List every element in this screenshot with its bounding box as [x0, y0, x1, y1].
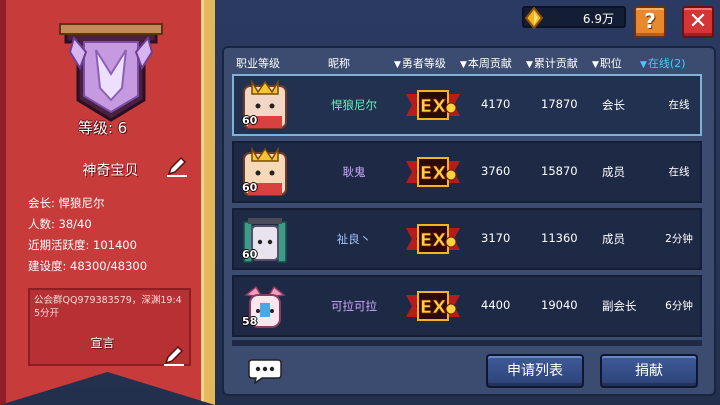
member-nickname: 悍狼尼尔 — [331, 98, 377, 112]
edit-declaration-icon[interactable] — [162, 343, 186, 367]
svg-text:EX: EX — [420, 96, 446, 117]
member-online-status: 6分钟 — [665, 300, 693, 312]
guild-activity: 近期活跃度: 101400 — [28, 238, 137, 252]
next-row-peek — [232, 340, 702, 346]
guild-info: 会长: 悍狼尼尔 人数: 38/40 近期活跃度: 101400 建设度: 48… — [22, 187, 194, 285]
header-hero-level-label: 勇者等级 — [401, 57, 446, 70]
member-level: 60 — [242, 248, 258, 261]
header-total[interactable]: ▼累计贡献 — [526, 55, 578, 71]
member-nickname: 祉良丶 — [336, 232, 372, 246]
edit-name-icon[interactable] — [165, 154, 189, 178]
sort-triangle-icon: ▼ — [460, 60, 467, 70]
header-position-label: 职位 — [599, 57, 622, 70]
guild-leader: 会长: 悍狼尼尔 — [28, 196, 105, 210]
sort-triangle-icon: ▼ — [592, 60, 599, 70]
ex-rank-badge-icon: EX — [406, 224, 460, 254]
member-position: 成员 — [602, 165, 625, 179]
member-nickname: 可拉可拉 — [331, 299, 377, 313]
sort-triangle-icon: ▼ — [640, 60, 647, 70]
member-level: 60 — [242, 181, 258, 194]
member-total: 15870 — [541, 164, 578, 178]
member-online-status: 在线 — [668, 166, 690, 178]
member-weekly: 3170 — [481, 231, 511, 245]
header-hero-level[interactable]: ▼勇者等级 — [394, 55, 446, 71]
member-row[interactable]: 58 可拉可拉 EX 4400 19040 副会长 6分钟 — [232, 275, 702, 337]
member-level: 60 — [242, 114, 258, 127]
header-weekly[interactable]: ▼本周贡献 — [460, 55, 512, 71]
member-list[interactable]: 60 悍狼尼尔 EX 4170 17870 会长 在线 60 耿鬼 EX 376… — [232, 72, 702, 342]
member-panel: 职业等级 昵称 ▼勇者等级 ▼本周贡献 ▼累计贡献 ▼职位 ▼在线(2) 60 … — [222, 46, 716, 396]
ex-rank-badge-icon: EX — [406, 157, 460, 187]
chat-bubble-icon[interactable] — [248, 358, 282, 384]
member-position: 会长 — [602, 98, 625, 112]
ex-rank-badge-icon: EX — [406, 90, 460, 120]
guild-construction: 建设度: 48300/48300 — [28, 259, 148, 273]
sort-triangle-icon: ▼ — [394, 60, 401, 70]
header-nickname[interactable]: 昵称 — [328, 55, 350, 71]
svg-text:EX: EX — [420, 297, 446, 318]
member-online-status: 在线 — [668, 99, 690, 111]
header-position[interactable]: ▼职位 — [592, 55, 622, 71]
member-weekly: 4400 — [481, 298, 511, 312]
table-header: 职业等级 昵称 ▼勇者等级 ▼本周贡献 ▼累计贡献 ▼职位 ▼在线(2) — [224, 50, 714, 72]
header-total-label: 累计贡献 — [533, 57, 578, 70]
guild-level: 等级: 6 — [77, 119, 128, 137]
guild-members-count: 人数: 38/40 — [28, 217, 92, 231]
declaration-text: 公会群QQ979383579，深渊19:45分开 — [34, 295, 182, 319]
member-row[interactable]: 60 祉良丶 EX 3170 11360 成员 2分钟 — [232, 208, 702, 270]
member-online-status: 2分钟 — [665, 233, 693, 245]
donate-button[interactable]: 捐献 — [600, 354, 698, 388]
help-button[interactable]: ? — [634, 6, 666, 38]
member-weekly: 3760 — [481, 164, 511, 178]
member-row[interactable]: 60 悍狼尼尔 EX 4170 17870 会长 在线 — [232, 74, 702, 136]
sort-triangle-icon: ▼ — [526, 60, 533, 70]
member-row[interactable]: 60 耿鬼 EX 3760 15870 成员 在线 — [232, 141, 702, 203]
guild-emblem-icon — [59, 23, 163, 122]
ex-rank-badge-icon: EX — [406, 291, 460, 321]
member-weekly: 4170 — [481, 97, 511, 111]
apply-list-button[interactable]: 申请列表 — [486, 354, 584, 388]
header-weekly-label: 本周贡献 — [467, 57, 512, 70]
member-total: 11360 — [541, 231, 578, 245]
currency-value: 6.9万 — [582, 12, 614, 26]
member-level: 58 — [242, 315, 258, 328]
currency-display: 6.9万 — [522, 6, 626, 29]
header-online-label: 在线(2) — [647, 57, 686, 70]
gold-crystal-icon — [524, 7, 544, 29]
member-nickname: 耿鬼 — [342, 165, 366, 179]
member-total: 19040 — [541, 298, 578, 312]
close-button[interactable]: ✕ — [682, 6, 714, 38]
member-position: 成员 — [602, 232, 625, 246]
header-online[interactable]: ▼在线(2) — [640, 55, 686, 71]
svg-text:EX: EX — [420, 163, 446, 184]
guild-banner: 等级: 6 神奇宝贝 会长: 悍狼尼尔 人数: 38/40 近期活跃度: 101… — [0, 0, 215, 405]
header-rank[interactable]: 职业等级 — [236, 55, 280, 71]
member-total: 17870 — [541, 97, 578, 111]
svg-text:EX: EX — [420, 230, 446, 251]
member-position: 副会长 — [602, 299, 637, 313]
